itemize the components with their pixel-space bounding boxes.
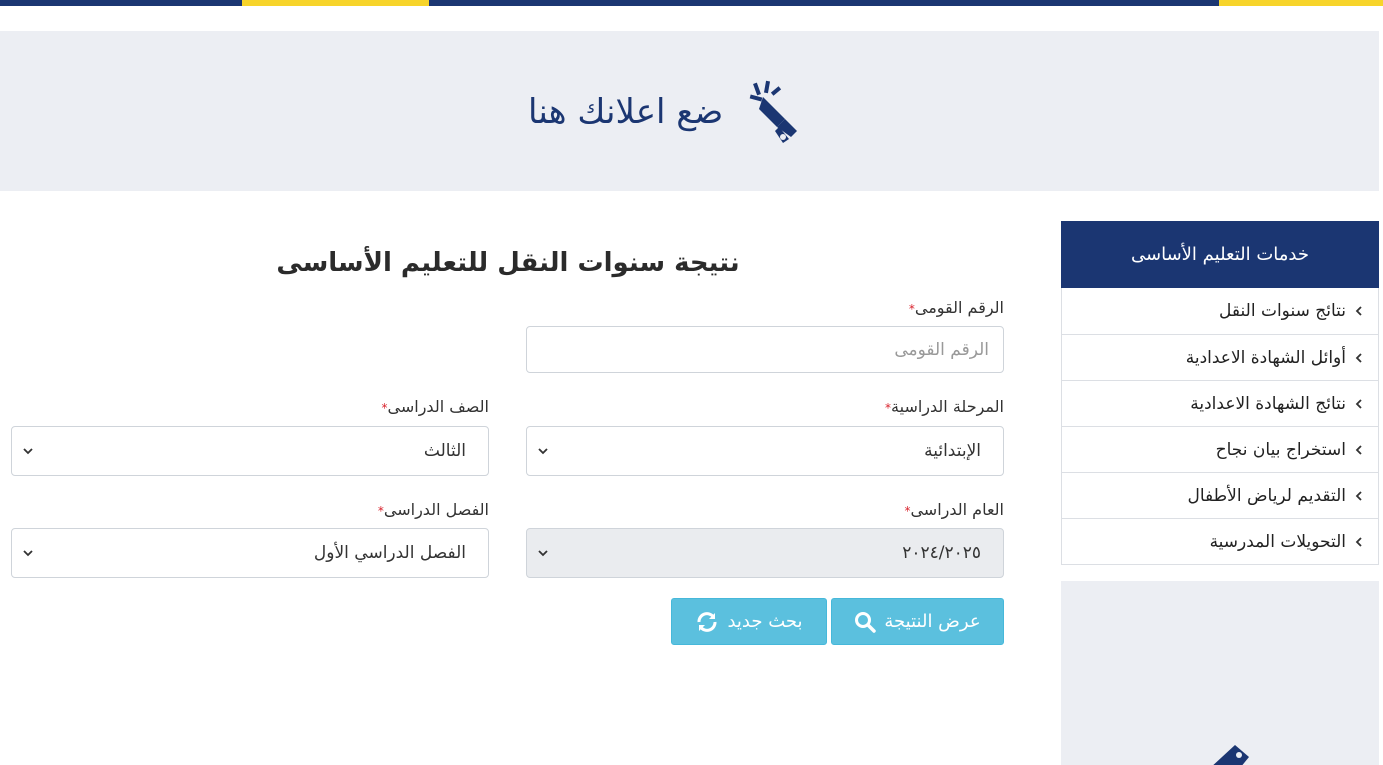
year-select: ٢٠٢٤/٢٠٢٥ bbox=[526, 528, 1004, 578]
ad-banner-text: ضع اعلانك هنا bbox=[528, 92, 724, 132]
stripe-accent-left bbox=[242, 0, 429, 6]
top-brand-stripe bbox=[0, 0, 1383, 6]
national-id-input[interactable] bbox=[526, 326, 1004, 373]
stage-label-text: المرحلة الدراسية bbox=[891, 397, 1004, 416]
chevron-down-icon bbox=[23, 550, 33, 557]
sidebar-title: خدمات التعليم الأساسى bbox=[1061, 221, 1379, 288]
chevron-down-icon bbox=[538, 448, 548, 455]
stripe-accent-right bbox=[1219, 0, 1383, 6]
grade-label: الصف الدراسى* bbox=[378, 397, 489, 416]
national-id-label-text: الرقم القومى bbox=[914, 298, 1004, 317]
grade-label-text: الصف الدراسى bbox=[387, 397, 489, 416]
ad-banner[interactable]: ضع اعلانك هنا bbox=[0, 31, 1379, 191]
term-label: الفصل الدراسى* bbox=[374, 500, 489, 519]
sidebar-item-label: التقديم لرياض الأطفال bbox=[1187, 485, 1346, 506]
show-result-button[interactable]: عرض النتيجة bbox=[831, 598, 1004, 645]
sidebar-item-label: التحويلات المدرسية bbox=[1209, 531, 1346, 552]
stage-select[interactable]: الإبتدائية bbox=[526, 426, 1004, 476]
sidebar-item-label: أوائل الشهادة الاعدادية bbox=[1185, 347, 1346, 368]
term-select-value: الفصل الدراسي الأول bbox=[313, 543, 466, 563]
grade-select[interactable]: الثالث bbox=[11, 426, 489, 476]
term-label-text: الفصل الدراسى bbox=[383, 500, 489, 519]
year-label: العام الدراسى* bbox=[900, 500, 1004, 519]
sidebar-item-label: استخراج بيان نجاح bbox=[1215, 439, 1346, 460]
chevron-left-icon bbox=[1355, 444, 1362, 455]
show-result-label: عرض النتيجة bbox=[884, 611, 981, 632]
year-select-value: ٢٠٢٤/٢٠٢٥ bbox=[902, 543, 981, 563]
chevron-down-icon bbox=[23, 448, 33, 455]
sidebar-item-kindergarten-apply[interactable]: التقديم لرياض الأطفال bbox=[1062, 472, 1378, 518]
megaphone-icon bbox=[749, 80, 798, 143]
national-id-label: الرقم القومى* bbox=[905, 298, 1004, 317]
search-icon bbox=[855, 611, 877, 633]
term-select[interactable]: الفصل الدراسي الأول bbox=[11, 528, 489, 578]
sidebar-item-school-transfers[interactable]: التحويلات المدرسية bbox=[1062, 518, 1378, 564]
sidebar-item-success-statement[interactable]: استخراج بيان نجاح bbox=[1062, 426, 1378, 472]
chevron-left-icon bbox=[1355, 306, 1362, 316]
chevron-left-icon bbox=[1355, 398, 1362, 409]
sidebar-item-label: نتائج الشهادة الاعدادية bbox=[1190, 393, 1346, 414]
year-label-text: العام الدراسى bbox=[910, 500, 1004, 519]
services-sidebar: خدمات التعليم الأساسى نتائج سنوات النقل … bbox=[1061, 221, 1379, 565]
chevron-left-icon bbox=[1355, 352, 1362, 363]
chevron-left-icon bbox=[1355, 536, 1362, 547]
new-search-label: بحث جديد bbox=[727, 611, 803, 632]
refresh-icon bbox=[697, 611, 717, 632]
sidebar-item-transfer-results[interactable]: نتائج سنوات النقل bbox=[1062, 288, 1378, 334]
megaphone-icon bbox=[1213, 745, 1249, 765]
page-title: نتيجة سنوات النقل للتعليم الأساسى bbox=[276, 248, 740, 278]
sidebar-ad-box[interactable] bbox=[1061, 581, 1379, 765]
sidebar-item-label: نتائج سنوات النقل bbox=[1219, 301, 1346, 321]
grade-select-value: الثالث bbox=[423, 441, 466, 461]
stage-label: المرحلة الدراسية* bbox=[881, 397, 1004, 416]
sidebar-menu: نتائج سنوات النقل أوائل الشهادة الاعدادي… bbox=[1061, 288, 1379, 565]
sidebar-item-prep-top-students[interactable]: أوائل الشهادة الاعدادية bbox=[1062, 334, 1378, 380]
stage-select-value: الإبتدائية bbox=[924, 441, 981, 461]
new-search-button[interactable]: بحث جديد bbox=[671, 598, 827, 645]
sidebar-item-prep-results[interactable]: نتائج الشهادة الاعدادية bbox=[1062, 380, 1378, 426]
chevron-down-icon bbox=[538, 550, 548, 557]
chevron-left-icon bbox=[1355, 490, 1362, 501]
